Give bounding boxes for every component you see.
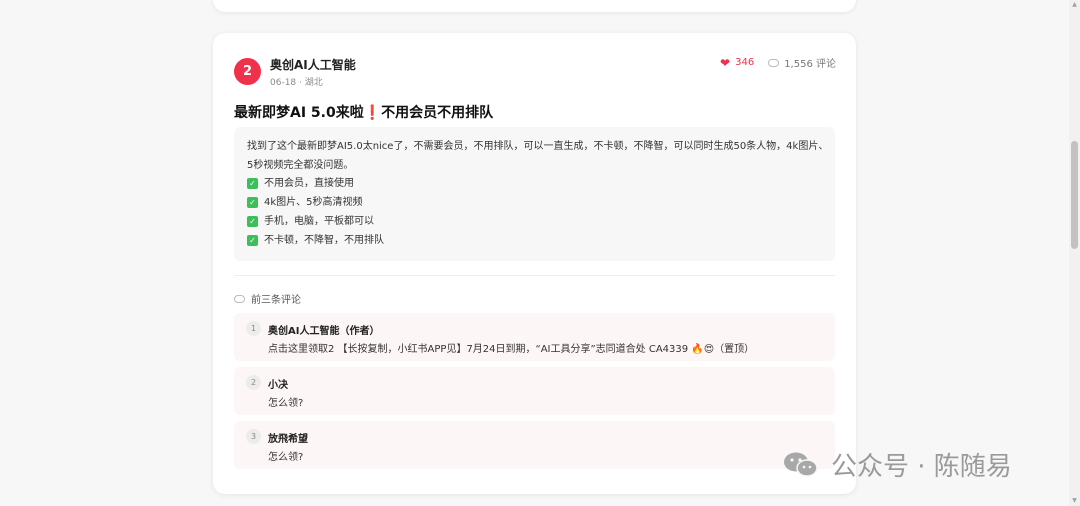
checklist-item: ✓ 4k图片、5秒高清视频 xyxy=(247,193,384,212)
comment-count: 1,556 评论 xyxy=(784,59,836,70)
scroll-up-arrow-icon[interactable]: ▲ xyxy=(1069,0,1080,10)
scrollbar-thumb[interactable] xyxy=(1071,141,1078,249)
author-name[interactable]: 奥创AI人工智能 xyxy=(270,56,356,73)
watermark: 公众号 · 陈随易 xyxy=(781,446,1012,483)
post-meta: 06-18 · 湖北 xyxy=(270,78,323,88)
top-comments-header: 前三条评论 xyxy=(234,291,301,306)
previous-post-card xyxy=(213,0,856,12)
checklist-item: ✓ 不卡顿，不降智，不用排队 xyxy=(247,231,384,250)
wechat-icon xyxy=(784,452,818,477)
check-box-icon: ✓ xyxy=(247,178,258,189)
check-box-icon: ✓ xyxy=(247,216,258,227)
feature-checklist: ✓ 不用会员，直接使用 ✓ 4k图片、5秒高清视频 ✓ 手机，电脑，平板都可以 ✓ 不卡… xyxy=(247,174,384,250)
post-stats: ❤ 346 1,556 评论 xyxy=(720,55,836,71)
post-content: 找到了这个最新即梦AI5.0太nice了，不需要会员，不用排队，可以一直生成，不… xyxy=(234,127,835,261)
checklist-item-label: 手机，电脑，平板都可以 xyxy=(264,216,374,227)
watermark-text: 公众号 · 陈随易 xyxy=(831,452,1012,482)
comment-bubble-icon[interactable] xyxy=(768,58,780,67)
comment-number: 2 xyxy=(246,375,261,390)
comment-text: 点击这里领取2 【长按复制，小红书APP见】7月24日到期，“AI工具分享”志同… xyxy=(268,344,755,355)
comment-item[interactable]: 2 小决 怎么领? xyxy=(234,367,835,415)
commenter-name[interactable]: 小决 xyxy=(268,376,288,391)
checklist-item: ✓ 不用会员，直接使用 xyxy=(247,174,384,193)
post-card[interactable]: 2 奥创AI人工智能 06-18 · 湖北 ❤ 346 1,556 评论 最新即… xyxy=(213,33,856,494)
comment-number: 1 xyxy=(246,321,261,336)
check-box-icon: ✓ xyxy=(247,235,258,246)
rank-badge: 2 xyxy=(234,58,261,85)
exclamation-icon: ❗ xyxy=(363,105,382,121)
content-paragraph: 找到了这个最新即梦AI5.0太nice了，不需要会员，不用排队，可以一直生成，不… xyxy=(247,141,829,171)
divider xyxy=(234,275,835,276)
post-title-main: 最新即梦AI 5.0来啦 xyxy=(234,105,364,121)
checklist-item-label: 不卡顿，不降智，不用排队 xyxy=(264,235,384,246)
comment-item[interactable]: 1 奥创AI人工智能（作者） 点击这里领取2 【长按复制，小红书APP见】7月2… xyxy=(234,313,835,361)
comment-item[interactable]: 3 放飛希望 怎么领? xyxy=(234,421,835,469)
post-title-tail: 不用会员不用排队 xyxy=(381,105,494,121)
post-title[interactable]: 最新即梦AI 5.0来啦❗不用会员不用排队 xyxy=(234,102,493,122)
checklist-item-label: 不用会员，直接使用 xyxy=(264,178,354,189)
scrollbar[interactable]: ▲ ▼ xyxy=(1069,0,1080,506)
like-count: 346 xyxy=(735,57,755,68)
check-box-icon: ✓ xyxy=(247,197,258,208)
heart-icon[interactable]: ❤ xyxy=(720,56,730,70)
comment-text: 怎么领? xyxy=(268,452,304,463)
comment-text: 怎么领? xyxy=(268,398,304,409)
comment-bubble-icon xyxy=(234,294,245,303)
checklist-item-label: 4k图片、5秒高清视频 xyxy=(264,197,363,208)
comment-number: 3 xyxy=(246,429,261,444)
commenter-name[interactable]: 放飛希望 xyxy=(268,430,308,445)
checklist-item: ✓ 手机，电脑，平板都可以 xyxy=(247,212,384,231)
commenter-name[interactable]: 奥创AI人工智能（作者） xyxy=(268,322,379,337)
scroll-down-arrow-icon[interactable]: ▼ xyxy=(1069,496,1080,506)
top-comments-label: 前三条评论 xyxy=(251,295,301,306)
